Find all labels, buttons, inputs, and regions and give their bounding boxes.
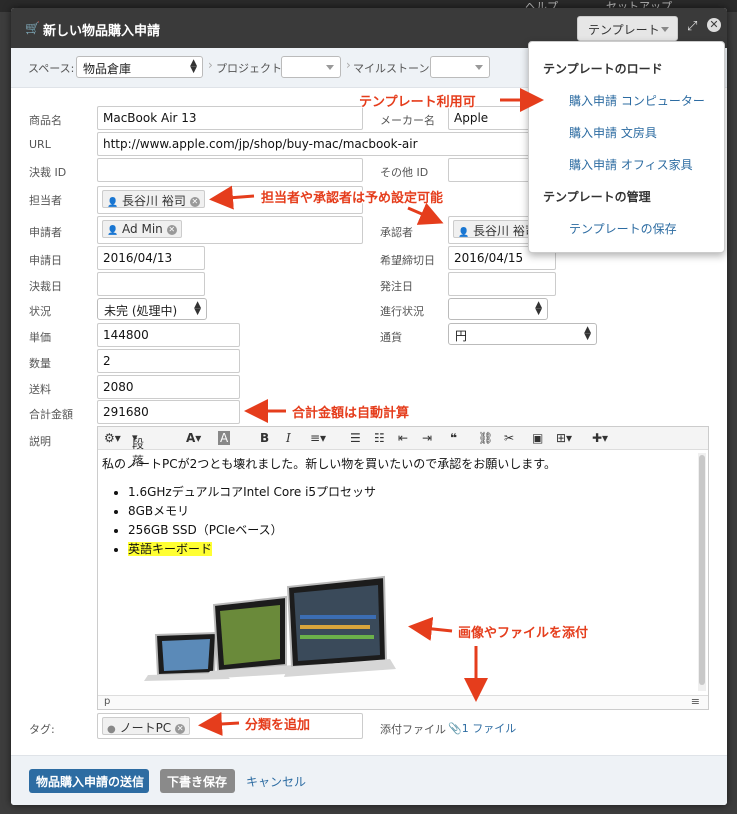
annotation-arrows — [198, 88, 544, 736]
arrow-approver — [407, 202, 444, 225]
arrow-image — [408, 616, 453, 641]
arrow-assignee — [209, 185, 255, 210]
arrow-tag — [198, 711, 240, 736]
